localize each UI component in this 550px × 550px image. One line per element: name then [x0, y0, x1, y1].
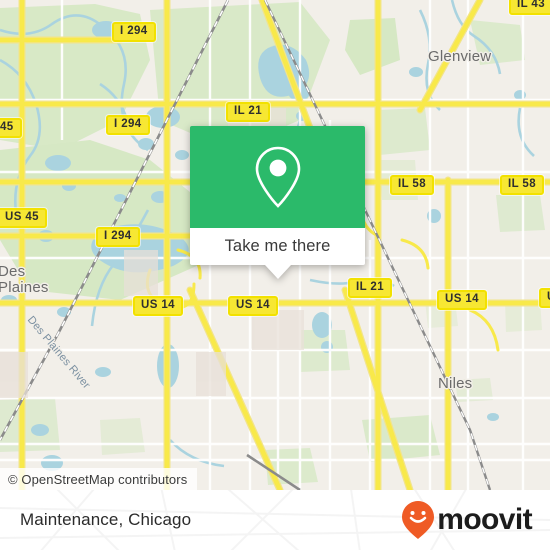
highway-shield[interactable]: IL 43 [509, 0, 550, 15]
highway-shield[interactable]: 45 [0, 118, 22, 138]
destination-popup-card[interactable]: Take me there [190, 126, 365, 279]
osm-attribution[interactable]: © OpenStreetMap contributors [0, 468, 198, 490]
highway-shield[interactable]: IL 58 [500, 175, 544, 195]
highway-shield[interactable]: IL 21 [348, 278, 392, 298]
highway-shield[interactable]: US 14 [437, 290, 487, 310]
moovit-brand[interactable]: moovit [401, 500, 533, 540]
osm-attribution-text: © OpenStreetMap contributors [8, 471, 188, 487]
highway-shield[interactable]: IL 21 [226, 102, 270, 122]
popup-image-area [190, 126, 365, 228]
moovit-wordmark: moovit [437, 503, 532, 536]
popup-action-area[interactable]: Take me there [190, 228, 365, 279]
highway-shield[interactable]: US 45 [0, 208, 47, 228]
map-canvas[interactable]: Glenview Des Plaines Niles Des Plaines Ri… [0, 0, 550, 490]
highway-shield[interactable]: IL 58 [390, 175, 434, 195]
page-title: Maintenance, Chicago [20, 510, 192, 529]
highway-shield[interactable]: US 14 [539, 288, 550, 308]
take-me-there-label: Take me there [224, 237, 331, 255]
highway-shield[interactable]: US 14 [133, 296, 183, 316]
highway-shield[interactable]: I 294 [106, 115, 150, 135]
highway-shield[interactable]: I 294 [96, 227, 140, 247]
highway-shield[interactable]: US 14 [228, 296, 278, 316]
highway-shield[interactable]: I 294 [112, 22, 156, 42]
popup-pointer [264, 265, 291, 279]
footer-bar: Maintenance, Chicago moovit [0, 490, 550, 550]
location-pin-icon [255, 146, 300, 208]
moovit-map-screenshot: Glenview Des Plaines Niles Des Plaines Ri… [0, 0, 550, 550]
moovit-smiley-pin-icon [402, 501, 435, 539]
